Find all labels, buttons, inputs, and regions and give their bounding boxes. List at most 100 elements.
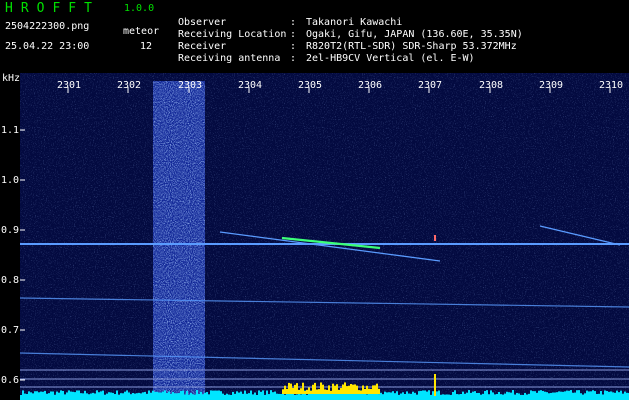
spectrum-bar — [326, 393, 328, 400]
spectrum-peak-bar — [340, 388, 342, 394]
spectrum-bar — [94, 393, 96, 400]
spectrum-bar — [622, 393, 624, 400]
spectrum-bar — [382, 394, 384, 400]
spectrum-bar — [172, 392, 174, 400]
spectrum-bar — [166, 393, 168, 400]
spectrum-bar — [184, 394, 186, 400]
spectrum-bar — [276, 393, 278, 400]
spectrum-peak-bar — [338, 389, 340, 394]
spectrum-bar — [70, 391, 72, 400]
spectrum-bar — [46, 393, 48, 400]
spectrum-bar — [576, 390, 578, 400]
spectrum-bar — [524, 392, 526, 400]
spectrum-bar — [198, 393, 200, 400]
spectrum-bar — [260, 391, 262, 400]
spectrum-bar — [404, 393, 406, 400]
spectrogram-panel — [20, 73, 629, 400]
spectrum-bar — [328, 393, 330, 400]
spectrum-bar — [204, 392, 206, 400]
spectrum-bar — [500, 394, 502, 400]
freq-tick-label: 0.9 — [1, 225, 20, 236]
spectrum-bar — [120, 393, 122, 400]
spectrum-bar — [538, 390, 540, 400]
meteor-count: 12 — [140, 41, 153, 52]
spectrum-bar — [516, 392, 518, 400]
freq-tick-label: 1.0 — [1, 175, 20, 186]
spectrum-bar — [584, 393, 586, 400]
spectrum-bar — [142, 392, 144, 400]
spectrum-bar — [438, 390, 440, 400]
spectrum-bar — [418, 391, 420, 400]
spectrum-bar — [616, 390, 618, 400]
spectrum-peak-bar — [344, 382, 346, 394]
spectrum-bar — [482, 393, 484, 400]
spectrum-peak-bar — [304, 390, 306, 394]
spectrum-bar — [420, 390, 422, 400]
spectrum-bar — [208, 394, 210, 400]
spectrum-bar — [624, 391, 626, 400]
spectrum-bar — [558, 391, 560, 400]
spectrum-peak-bar — [348, 385, 350, 394]
spectrum-bar — [28, 391, 30, 400]
spectrum-bar — [148, 390, 150, 400]
spectrum-bar — [48, 393, 50, 400]
spectrum-bar — [568, 390, 570, 400]
spectrum-bar — [406, 391, 408, 400]
spectrum-bar — [528, 393, 530, 400]
spectrum-peak-bar — [356, 385, 358, 394]
freq-tick-label: 1.1 — [1, 125, 20, 136]
spectrum-bar — [608, 391, 610, 400]
spectrum-bar — [416, 394, 418, 400]
spectrogram-plot — [20, 73, 629, 400]
spectrum-bar — [414, 392, 416, 400]
spectrum-bar — [550, 392, 552, 400]
spectrum-peak-bar — [376, 383, 378, 394]
spectrum-bar — [390, 392, 392, 400]
spectrum-bar — [306, 394, 308, 400]
time-tick-label: 2301 — [57, 80, 82, 91]
time-tick-label: 2306 — [358, 80, 383, 91]
spectrum-peak-bar — [296, 383, 298, 394]
spectrum-bar — [98, 392, 100, 400]
spectrum-peak-bar — [306, 389, 308, 394]
info-row-antenna: Receiving antenna:2el-HB9CV Vertical (el… — [178, 53, 475, 64]
spectrum-bar — [472, 391, 474, 400]
spectrum-bar — [366, 394, 368, 400]
spectrum-bar — [518, 393, 520, 400]
spectrum-bar — [342, 393, 344, 400]
spectrum-bar — [164, 390, 166, 400]
spectrum-peak-bar — [342, 384, 344, 394]
spectrum-bar — [74, 392, 76, 400]
spectrum-bar — [124, 391, 126, 400]
spectrum-bar — [498, 391, 500, 400]
spectrum-bar — [422, 390, 424, 400]
spectrum-bar — [606, 390, 608, 400]
spectrum-bar — [604, 390, 606, 400]
spectrum-bar — [176, 393, 178, 400]
time-tick-label: 2310 — [599, 80, 624, 91]
spectrum-bar — [22, 390, 24, 400]
spectrum-bar — [200, 391, 202, 400]
spectrum-bar — [444, 394, 446, 400]
spectrum-bar — [590, 391, 592, 400]
info-value: R820T2(RTL-SDR) SDR-Sharp 53.372MHz — [306, 41, 517, 52]
spectrum-bar — [510, 392, 512, 400]
spectrum-bar — [162, 391, 164, 400]
spectrum-bar — [300, 394, 302, 400]
file-name: 2504222300.png — [5, 21, 90, 32]
spectrum-bar — [62, 390, 64, 400]
spectrum-bar — [592, 390, 594, 400]
spectrum-peak-bar — [318, 389, 320, 394]
spectrum-bar — [532, 391, 534, 400]
spectrum-bar — [152, 390, 154, 400]
spectrum-bar — [218, 390, 220, 400]
spectrum-bar — [170, 393, 172, 400]
spectrum-peak-bar — [298, 389, 300, 394]
spectrum-bar — [202, 394, 204, 400]
spectrum-bar — [160, 392, 162, 400]
spectrum-bar — [192, 394, 194, 400]
spectrum-peak-bar — [300, 388, 302, 394]
spectrum-bar — [320, 393, 322, 400]
spectrum-peak-bar — [310, 390, 312, 394]
spectrum-bar — [128, 392, 130, 400]
